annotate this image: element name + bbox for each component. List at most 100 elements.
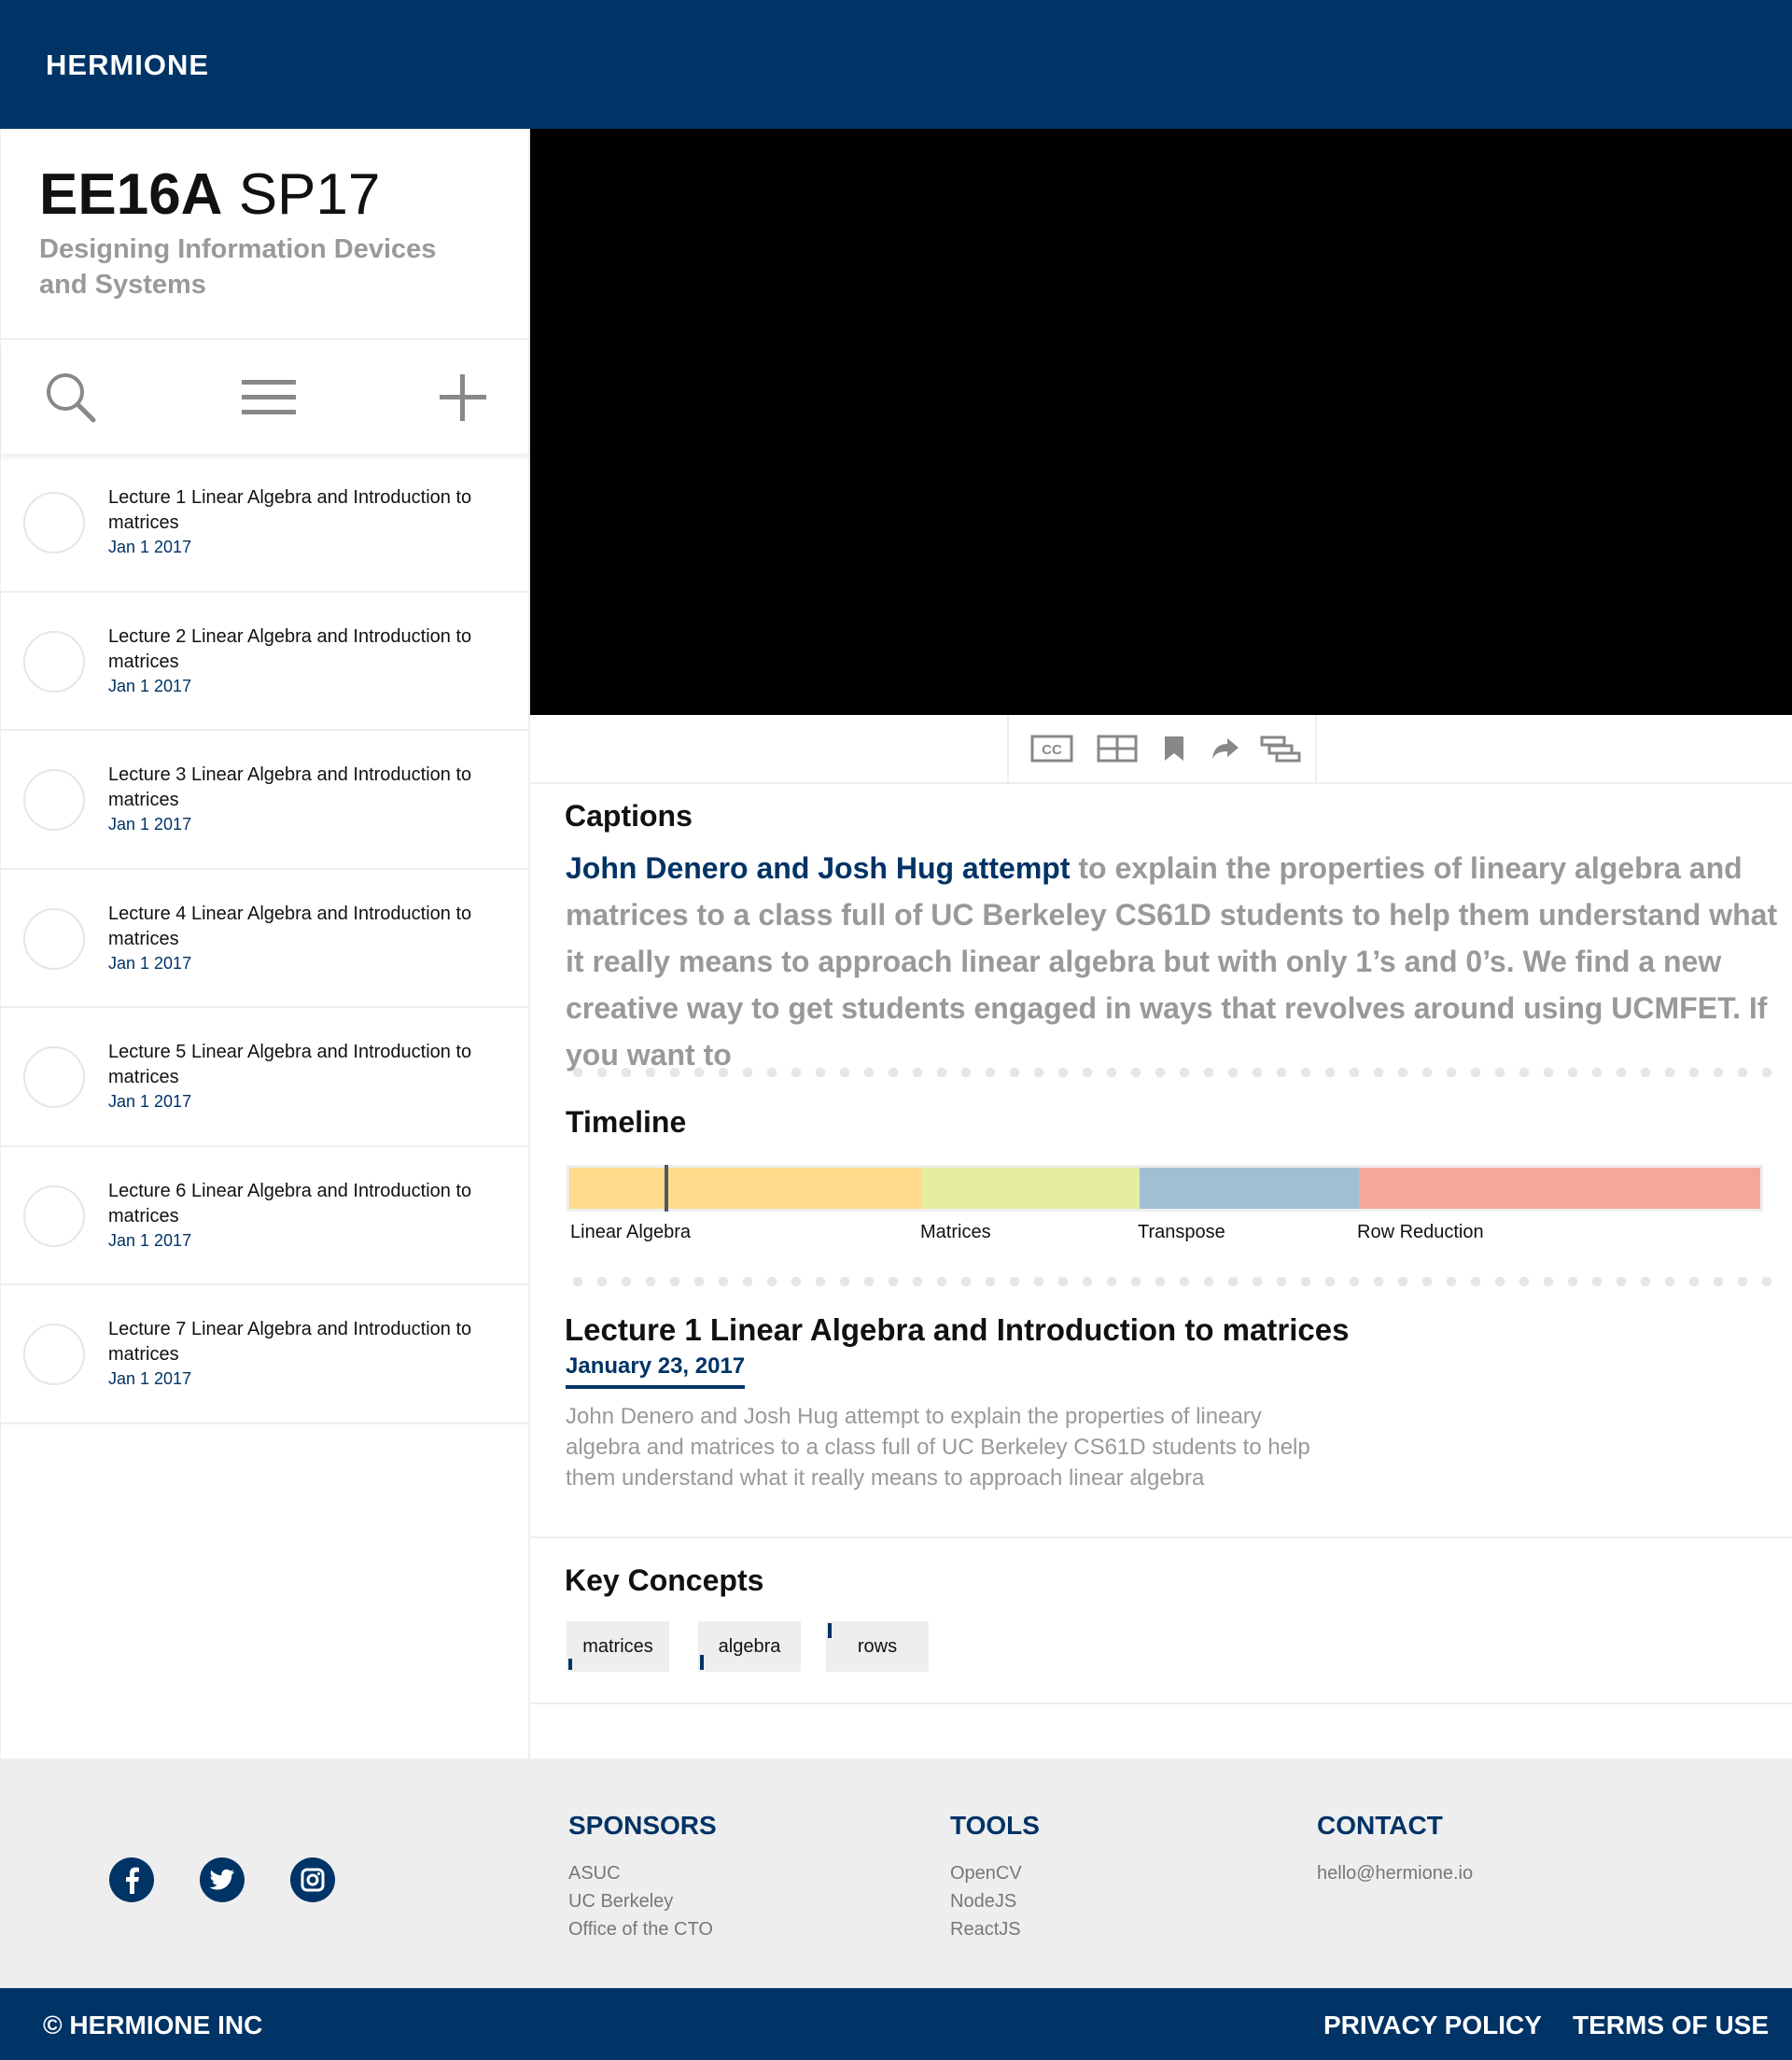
key-concepts-heading: Key Concepts (565, 1563, 764, 1597)
timeline-label: Linear Algebra (570, 1222, 691, 1242)
plus-icon (440, 374, 486, 421)
lecture-thumbnail (23, 1184, 85, 1247)
brand-logo[interactable]: HERMIONE (46, 49, 209, 82)
lecture-item[interactable]: Lecture 2 Linear Algebra and Introductio… (1, 593, 529, 731)
sponsor-link[interactable]: ASUC (568, 1863, 621, 1885)
footer: SPONSORS ASUC UC Berkeley Office of the … (0, 1759, 1792, 1988)
captions-button[interactable]: CC (1029, 732, 1074, 765)
cc-label: CC (1042, 742, 1062, 758)
bookmark-button[interactable] (1160, 732, 1188, 765)
lecture-item[interactable]: Lecture 5 Linear Algebra and Introductio… (1, 1008, 529, 1147)
chapters-button[interactable] (1259, 732, 1302, 765)
lecture-item-title: Lecture 2 Linear Algebra and Introductio… (108, 625, 472, 672)
instagram-icon (301, 1868, 325, 1892)
concept-tag[interactable]: matrices (567, 1621, 669, 1672)
lecture-thumbnail (23, 769, 85, 831)
search-icon (47, 373, 96, 423)
sidebar: EE16A SP17 Designing Information Devices… (0, 129, 530, 1759)
timeline-bar[interactable] (567, 1165, 1763, 1212)
twitter-link[interactable] (200, 1857, 245, 1902)
instagram-link[interactable] (290, 1857, 335, 1902)
bookmark-icon (1165, 736, 1183, 761)
lecture-item-title: Lecture 6 Linear Algebra and Introductio… (108, 1180, 472, 1226)
dotted-divider (566, 1277, 1779, 1286)
lecture-list: Lecture 1 Linear Algebra and Introductio… (1, 454, 529, 1424)
share-button[interactable] (1209, 732, 1242, 765)
lecture-item-title: Lecture 1 Linear Algebra and Introductio… (108, 487, 472, 533)
timeline-segment-row-reduction[interactable] (1358, 1168, 1760, 1209)
section-divider (530, 1703, 1792, 1704)
lecture-item-title: Lecture 7 Linear Algebra and Introductio… (108, 1319, 472, 1365)
search-button[interactable] (38, 368, 104, 427)
lecture-item-date: Jan 1 2017 (108, 953, 192, 973)
timeline-label: Row Reduction (1357, 1222, 1484, 1242)
lecture-item-title: Lecture 5 Linear Algebra and Introductio… (108, 1042, 472, 1087)
tool-link[interactable]: NodeJS (950, 1891, 1016, 1913)
tool-link[interactable]: OpenCV (950, 1863, 1022, 1885)
captions-highlight[interactable]: John Denero and Josh Hug attempt (566, 851, 1070, 885)
contact-email[interactable]: hello@hermione.io (1317, 1863, 1473, 1885)
sponsors-heading: SPONSORS (568, 1811, 717, 1840)
sponsor-link[interactable]: UC Berkeley (568, 1891, 673, 1913)
timeline-playhead[interactable] (665, 1165, 668, 1212)
tag-marker (568, 1659, 572, 1670)
lecture-item[interactable]: Lecture 1 Linear Algebra and Introductio… (1, 454, 529, 593)
tag-marker (700, 1655, 704, 1670)
lecture-thumbnail (23, 630, 85, 693)
timeline-label: Matrices (920, 1222, 991, 1242)
layout-icon (1097, 735, 1138, 763)
lecture-item[interactable]: Lecture 4 Linear Algebra and Introductio… (1, 870, 529, 1008)
facebook-icon (126, 1867, 139, 1894)
timeline-segment-transpose[interactable] (1140, 1168, 1359, 1209)
layout-button[interactable] (1095, 732, 1140, 765)
lecture-item-date: Jan 1 2017 (108, 538, 192, 556)
lecture-item[interactable]: Lecture 7 Linear Algebra and Introductio… (1, 1285, 529, 1424)
facebook-link[interactable] (109, 1857, 154, 1902)
bottom-bar: © HERMIONE INC PRIVACY POLICY TERMS OF U… (0, 1988, 1792, 2060)
lecture-item-date: Jan 1 2017 (108, 1369, 192, 1388)
tools-heading: TOOLS (950, 1811, 1040, 1840)
share-icon (1212, 738, 1239, 759)
tool-link[interactable]: ReactJS (950, 1919, 1021, 1941)
top-bar: HERMIONE (0, 0, 1792, 129)
menu-button[interactable] (236, 368, 301, 427)
lecture-thumbnail (23, 492, 85, 554)
video-controls: CC (1007, 715, 1317, 782)
sidebar-toolbar (1, 340, 529, 454)
sponsor-link[interactable]: Office of the CTO (568, 1919, 713, 1941)
timeline-segment-matrices[interactable] (921, 1168, 1141, 1209)
copyright: © HERMIONE INC (43, 2011, 263, 2039)
timeline-heading: Timeline (566, 1105, 687, 1139)
lecture-description: John Denero and Josh Hug attempt to expl… (566, 1404, 1310, 1491)
concept-tag[interactable]: rows (826, 1621, 929, 1672)
concept-tag-label: matrices (582, 1635, 653, 1657)
concept-tag[interactable]: algebra (698, 1621, 801, 1672)
lecture-item-date: Jan 1 2017 (108, 1230, 192, 1250)
course-subtitle: Designing Information Devices and System… (39, 234, 437, 300)
video-controls-bar: CC (530, 715, 1792, 784)
concept-tag-label: algebra (718, 1635, 781, 1657)
lecture-item-title: Lecture 3 Linear Algebra and Introductio… (108, 764, 472, 810)
tag-marker (828, 1623, 832, 1638)
timeline-label: Transpose (1138, 1222, 1225, 1242)
captions-heading: Captions (565, 799, 693, 833)
lecture-title: Lecture 1 Linear Algebra and Introductio… (565, 1312, 1350, 1347)
captions-text: John Denero and Josh Hug attempt to expl… (566, 845, 1779, 1078)
timeline-segment-linear-algebra[interactable] (569, 1168, 922, 1209)
privacy-policy-link[interactable]: PRIVACY POLICY (1323, 2011, 1542, 2040)
course-term: SP17 (238, 162, 381, 227)
add-button[interactable] (430, 368, 496, 427)
terms-of-use-link[interactable]: TERMS OF USE (1573, 2011, 1769, 2040)
lecture-thumbnail (23, 1046, 85, 1108)
course-title: EE16A SP17 (39, 166, 380, 224)
lecture-item[interactable]: Lecture 6 Linear Algebra and Introductio… (1, 1147, 529, 1285)
video-player[interactable] (530, 129, 1792, 715)
section-divider (530, 1536, 1792, 1538)
menu-icon (242, 380, 296, 414)
lecture-item-date: Jan 1 2017 (108, 815, 192, 834)
course-code: EE16A (39, 162, 223, 227)
lecture-item-title: Lecture 4 Linear Algebra and Introductio… (108, 903, 472, 949)
stack-icon (1260, 736, 1301, 763)
lecture-item-date: Jan 1 2017 (108, 676, 192, 695)
lecture-item[interactable]: Lecture 3 Linear Algebra and Introductio… (1, 731, 529, 870)
